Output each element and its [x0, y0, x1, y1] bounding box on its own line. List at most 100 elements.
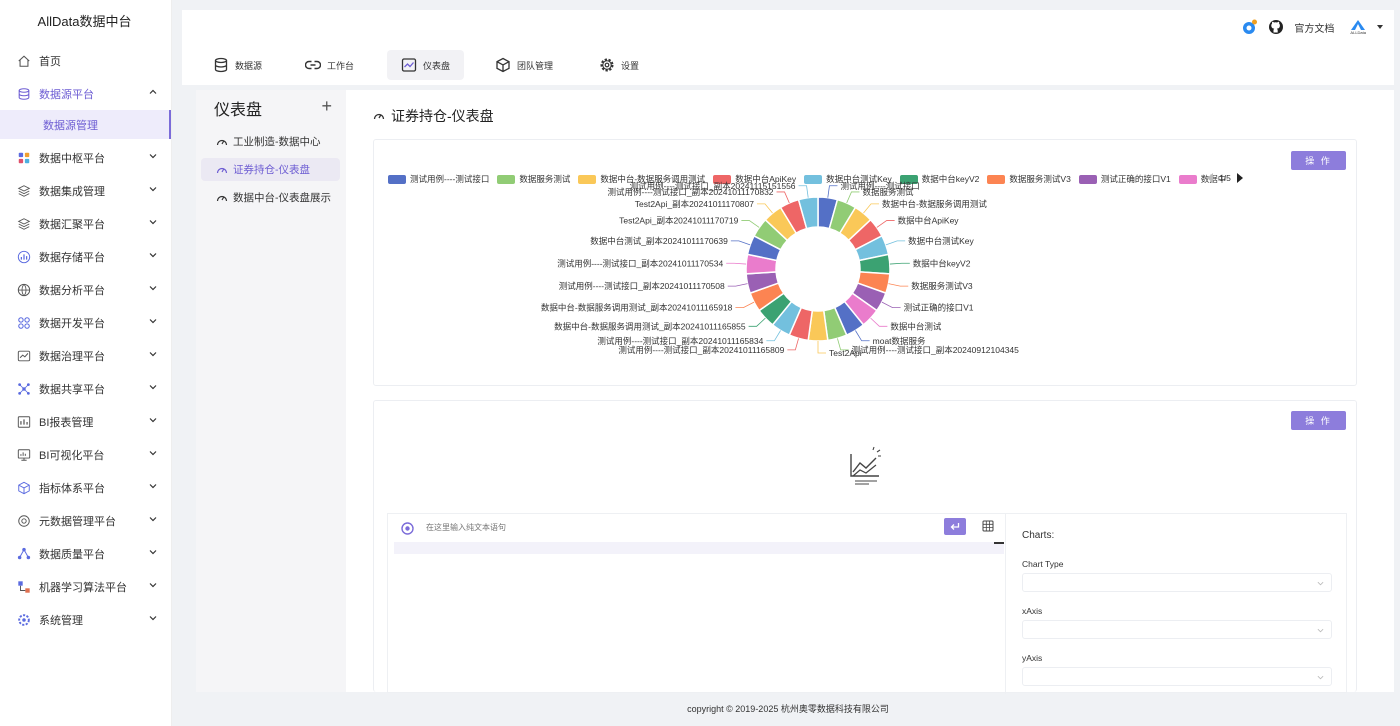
sidebar-item-aggregation[interactable]: 数据汇聚平台: [0, 207, 171, 240]
pie-slice-label: 测试用例----测试接口_副本20241115151556: [630, 181, 796, 191]
pie-slice-label: 数据服务测试: [862, 187, 914, 197]
github-icon[interactable]: [1268, 19, 1284, 35]
query-input[interactable]: [426, 523, 926, 532]
chevron-down-icon: [149, 550, 157, 555]
x-axis-label: xAxis: [1022, 606, 1043, 616]
dashboard-list-panel: 仪表盘 + 工业制造-数据中心 证券持仓-仪表盘 数据中台-仪表盘展示: [196, 90, 346, 692]
add-dashboard-button[interactable]: +: [321, 96, 332, 117]
pie-label-line: [863, 203, 880, 214]
y-axis-label: yAxis: [1022, 653, 1043, 663]
submit-query-button[interactable]: [944, 518, 966, 535]
sidebar-item-label: 首页: [39, 55, 61, 68]
gauge-icon: [216, 167, 228, 173]
sidebar-item-system[interactable]: 系统管理: [0, 603, 171, 636]
pie-slice-label: 数据中台-数据服务调用测试: [882, 199, 987, 209]
report-icon: [17, 415, 31, 428]
molecule-icon: [17, 547, 31, 559]
sidebar-item-analysis[interactable]: 数据分析平台: [0, 273, 171, 306]
chevron-down-icon: [149, 319, 157, 324]
nodes-icon: [18, 316, 30, 329]
y-axis-select[interactable]: [1022, 667, 1332, 686]
pie-label-line: [798, 185, 809, 198]
chevron-down-icon: [149, 187, 157, 192]
sidebar-item-label: 数据中枢平台: [39, 152, 105, 165]
tab-datasource[interactable]: 数据源: [199, 50, 276, 80]
pie-label-line: [876, 220, 895, 228]
caret-down-icon[interactable]: [1376, 23, 1384, 31]
layers-icon: [17, 184, 31, 197]
pie-slice-label: 数据中台-数据服务调用测试_副本20241011165855: [554, 321, 746, 331]
dashboard-item[interactable]: 证券持仓-仪表盘: [201, 158, 340, 181]
sidebar-item-bi-report[interactable]: BI报表管理: [0, 405, 171, 438]
sidebar-item-integration[interactable]: 数据集成管理: [0, 174, 171, 207]
chevron-down-icon: [149, 484, 157, 489]
official-docs-link[interactable]: 官方文档: [1294, 20, 1334, 35]
module-tabs: 数据源 工作台 仪表盘 团队管理 设置: [182, 45, 1394, 85]
pie-label-line: [787, 338, 799, 351]
pie-label-line: [881, 301, 901, 309]
sidebar-item-label: 元数据管理平台: [39, 515, 116, 528]
pie-label-line: [885, 240, 906, 246]
pie-label-line: [730, 240, 751, 246]
pie-label-line: [846, 191, 860, 204]
tab-label: 设置: [621, 60, 640, 71]
dashboard-item[interactable]: 数据中台-仪表盘展示: [201, 186, 340, 209]
sidebar-subitem-label: 数据源管理: [43, 119, 98, 132]
tab-workbench[interactable]: 工作台: [291, 50, 368, 80]
table-icon[interactable]: [982, 520, 994, 532]
sidebar-item-label: 数据分析平台: [39, 284, 105, 297]
chart-type-label: Chart Type: [1022, 559, 1064, 569]
chevron-down-icon: [1317, 581, 1324, 586]
brand-title: AllData数据中台: [37, 14, 132, 29]
sidebar-subitem-datasource-manage[interactable]: 数据源管理: [0, 110, 171, 139]
chevron-down-icon: [149, 154, 157, 159]
dashboard-item-label: 工业制造-数据中心: [233, 136, 321, 148]
sidebar-item-label: 数据汇聚平台: [39, 218, 105, 231]
dashboard-item[interactable]: 工业制造-数据中心: [201, 130, 340, 153]
sidebar-item-label: 数据源平台: [39, 88, 94, 101]
query-editor: [388, 514, 1006, 694]
tab-settings[interactable]: 设置: [585, 50, 653, 80]
sidebar-item-storage[interactable]: 数据存储平台: [0, 240, 171, 273]
sidebar-item-sharing[interactable]: 数据共享平台: [0, 372, 171, 405]
sidebar-item-bi-visual[interactable]: BI可视化平台: [0, 438, 171, 471]
sidebar-item-governance[interactable]: 数据治理平台: [0, 339, 171, 372]
sidebar-menu: 首页 数据源平台 数据源管理 数据中枢平台 数据集成管理 数据汇聚平台 数据存储…: [0, 44, 171, 636]
enter-icon: [950, 523, 960, 530]
sidebar-item-ml[interactable]: 机器学习算法平台: [0, 570, 171, 603]
sidebar-item-metadata[interactable]: 元数据管理平台: [0, 504, 171, 537]
pie-slice-label: 测试用例----测试接口_副本20241011170534: [557, 258, 723, 268]
x-axis-select[interactable]: [1022, 620, 1332, 639]
tab-label: 仪表盘: [423, 60, 451, 71]
chevron-down-icon: [149, 517, 157, 522]
tab-team[interactable]: 团队管理: [481, 50, 567, 80]
user-avatar[interactable]: ALLData: [1350, 19, 1366, 35]
sidebar-item-home[interactable]: 首页: [0, 44, 171, 77]
pie-slice-label: 测试用例----测试接口_副本20240912104345: [852, 345, 1020, 355]
chart-line-icon: [401, 58, 417, 72]
settings-icon: [18, 613, 30, 626]
sidebar-item-hub[interactable]: 数据中枢平台: [0, 141, 171, 174]
home-icon: [18, 54, 30, 67]
box-icon: [496, 57, 510, 73]
dashboard-item-label: 数据中台-仪表盘展示: [233, 192, 331, 204]
operate-button[interactable]: 操 作: [1291, 411, 1346, 430]
footer-copyright: copyright © 2019-2025 杭州奥零数据科技有限公司: [687, 704, 889, 714]
pie-label-line: [741, 220, 760, 228]
sidebar-item-quality[interactable]: 数据质量平台: [0, 537, 171, 570]
chart-card: 操 作 测试用例----测试接口 数据服务测试 数据中台-数据服务调用测试 数据中台A…: [373, 139, 1357, 386]
pie-label-line: [827, 185, 838, 198]
tab-dashboard[interactable]: 仪表盘: [387, 50, 465, 80]
sidebar-item-development[interactable]: 数据开发平台: [0, 306, 171, 339]
tab-label: 数据源: [235, 60, 263, 71]
chevron-down-icon: [149, 253, 157, 258]
share-icon: [18, 382, 30, 395]
chart-type-select[interactable]: [1022, 573, 1332, 592]
chevron-down-icon: [149, 352, 157, 357]
avatar-text: ALLData: [1350, 29, 1366, 35]
sidebar-item-metrics[interactable]: 指标体系平台: [0, 471, 171, 504]
app-logo-icon[interactable]: [1240, 18, 1258, 36]
pie-slice-label: Test2Api_副本20241011170719: [619, 216, 739, 226]
sidebar-item-datasource-platform[interactable]: 数据源平台: [0, 77, 171, 110]
layers-icon: [17, 217, 31, 230]
